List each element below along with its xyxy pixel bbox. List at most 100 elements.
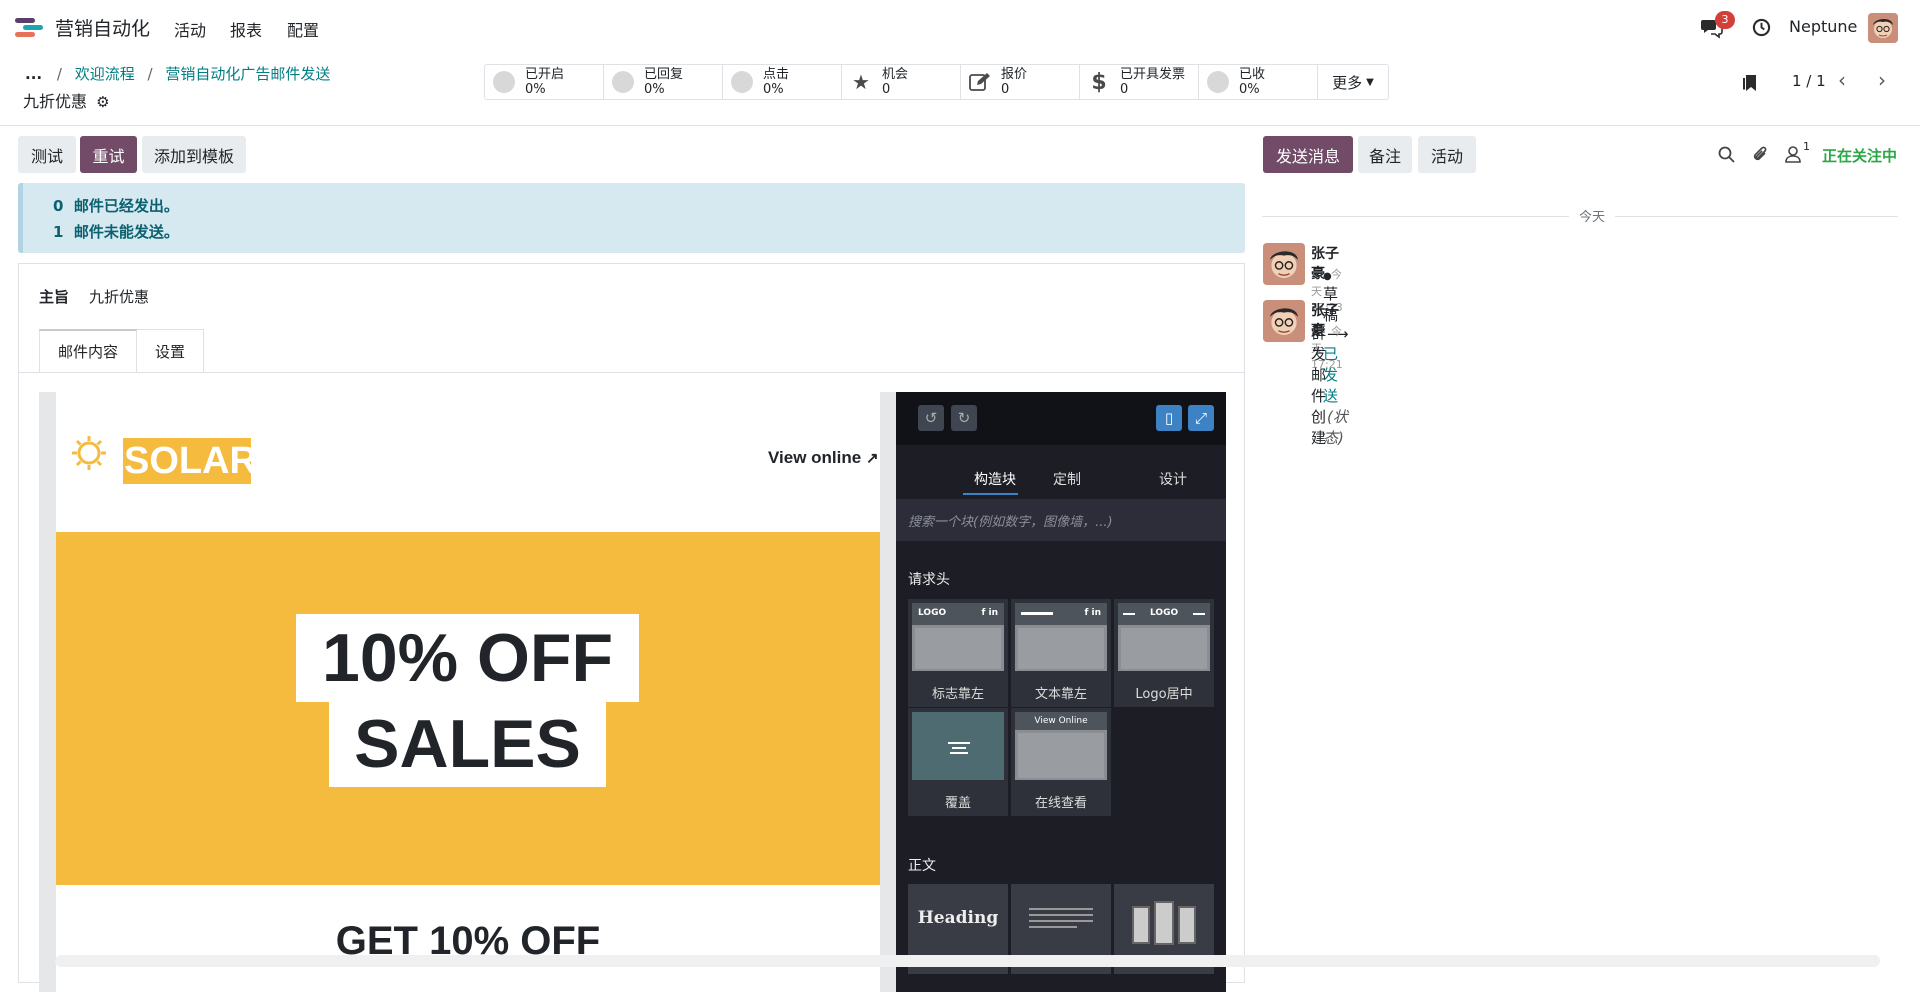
headline-discount[interactable]: 10% OFF bbox=[296, 614, 639, 702]
menu-reports[interactable]: 报表 bbox=[230, 17, 262, 41]
subject-field[interactable]: 九折优惠 bbox=[89, 286, 149, 307]
edit-icon bbox=[969, 71, 991, 93]
activities-button[interactable]: 活动 bbox=[1418, 136, 1476, 173]
stat-value: 0 bbox=[1120, 82, 1129, 97]
thumb-view-online-text: View Online bbox=[1015, 712, 1107, 730]
menu-activities[interactable]: 活动 bbox=[174, 17, 206, 41]
paperclip-icon[interactable] bbox=[1751, 144, 1769, 164]
gear-icon[interactable]: ⚙ bbox=[96, 93, 109, 111]
follower-icon[interactable] bbox=[1785, 145, 1801, 163]
thumb-social-text: f in bbox=[1084, 608, 1101, 618]
menu-configuration[interactable]: 配置 bbox=[287, 17, 319, 41]
stat-opened[interactable]: 已开启 0% bbox=[485, 65, 604, 99]
stat-quotations[interactable]: 报价 0 bbox=[961, 65, 1080, 99]
thumb-logo-text: LOGO bbox=[1150, 608, 1179, 618]
snippet-caption: 标志靠左 bbox=[931, 687, 984, 702]
following-status-button[interactable]: 正在关注中 bbox=[1822, 145, 1897, 166]
snippet-text-left[interactable]: f in 文本靠左 bbox=[1011, 599, 1111, 707]
stats-more-button[interactable]: 更多 ▼ bbox=[1318, 65, 1388, 99]
date-separator-label: 今天 bbox=[1569, 206, 1616, 225]
stat-clicked[interactable]: 点击 0% bbox=[723, 65, 842, 99]
stat-replied[interactable]: 已回复 0% bbox=[604, 65, 723, 99]
follower-count: 1 bbox=[1803, 140, 1810, 153]
breadcrumb-ellipsis[interactable]: ... bbox=[25, 65, 42, 83]
pager-next-icon[interactable]: › bbox=[1878, 68, 1886, 92]
stat-label: 已开启 bbox=[525, 67, 565, 82]
promo-banner[interactable]: 10% OFF SALES bbox=[56, 532, 880, 885]
email-preview[interactable]: SOLAR View online ↗ 10% OFF SALES GET 10… bbox=[56, 392, 880, 992]
stat-label: 报价 bbox=[1001, 67, 1028, 82]
tab-customize[interactable]: 定制 bbox=[1053, 469, 1081, 489]
form-tabs: 邮件内容 设置 bbox=[39, 329, 205, 372]
stat-label: 已开具发票 bbox=[1120, 67, 1186, 82]
snippet-thumbnail: LOGO f in bbox=[912, 603, 1004, 671]
snippet-thumbnail: LOGO bbox=[1118, 603, 1210, 671]
snippet-thumbnail: f in bbox=[1015, 603, 1107, 671]
user-avatar[interactable] bbox=[1868, 13, 1898, 43]
stat-label: 机会 bbox=[882, 67, 909, 82]
app-logo-icon[interactable] bbox=[13, 16, 45, 38]
thumb-social-text: f in bbox=[981, 608, 998, 618]
snippets-panel: ↺ ↻ ▯ ⤢ 构造块 定制 设计 搜索一个块(例如数字，图像墙，...) 请求… bbox=[896, 392, 1226, 992]
redo-icon[interactable]: ↻ bbox=[951, 405, 977, 431]
alert-line-failed: 1 邮件未能发送。 bbox=[53, 221, 179, 242]
retry-button[interactable]: 重试 bbox=[80, 136, 137, 173]
test-button[interactable]: 测试 bbox=[18, 136, 76, 173]
snippet-thumbnail bbox=[912, 712, 1004, 780]
failed-count: 1 bbox=[53, 223, 64, 241]
fullscreen-icon[interactable]: ⤢ bbox=[1188, 405, 1214, 431]
clock-icon[interactable] bbox=[1752, 18, 1771, 37]
pager-value[interactable]: 1 / 1 bbox=[1792, 72, 1826, 90]
dollar-icon: $ bbox=[1091, 69, 1107, 95]
mobile-preview-icon[interactable]: ▯ bbox=[1156, 405, 1182, 431]
active-tab-underline bbox=[963, 493, 1018, 495]
pie-icon bbox=[731, 71, 753, 93]
snippet-logo-left[interactable]: LOGO f in 标志靠左 bbox=[908, 599, 1008, 707]
stat-value: 0% bbox=[763, 82, 784, 97]
date-separator: 今天 bbox=[1262, 206, 1898, 226]
search-icon[interactable] bbox=[1718, 146, 1735, 163]
form-sheet: 主旨 九折优惠 邮件内容 设置 SOLAR View online ↗ 10% … bbox=[18, 263, 1245, 992]
bookmark-icon[interactable] bbox=[1742, 74, 1758, 92]
snippet-logo-center[interactable]: LOGO Logo居中 bbox=[1114, 599, 1214, 707]
app-name[interactable]: 营销自动化 bbox=[55, 14, 150, 41]
sent-text: 邮件已经发出。 bbox=[73, 197, 179, 215]
snippet-view-online[interactable]: View Online 在线查看 bbox=[1011, 708, 1111, 816]
message-body: 群发邮件 创建 bbox=[1311, 324, 1327, 447]
snippet-search-input[interactable]: 搜索一个块(例如数字，图像墙，...) bbox=[896, 499, 1226, 541]
stat-invoiced[interactable]: $ 已开具发票 0 bbox=[1080, 65, 1199, 99]
undo-icon[interactable]: ↺ bbox=[918, 405, 944, 431]
failed-text: 邮件未能发送。 bbox=[73, 223, 179, 241]
author-avatar[interactable] bbox=[1263, 243, 1305, 285]
pager-previous-icon[interactable]: ‹ bbox=[1838, 68, 1846, 92]
stat-opportunities[interactable]: ★ 机会 0 bbox=[842, 65, 961, 99]
brand-logo-text[interactable]: SOLAR bbox=[123, 438, 257, 484]
view-online-text: View online bbox=[768, 448, 862, 467]
add-to-template-button[interactable]: 添加到模板 bbox=[142, 136, 246, 173]
tab-design[interactable]: 设计 bbox=[1159, 469, 1187, 489]
snippet-heading-text: Heading bbox=[917, 908, 999, 928]
view-online-link[interactable]: View online ↗ bbox=[768, 448, 879, 468]
horizontal-scrollbar[interactable] bbox=[55, 955, 1880, 967]
mailing-status-alert: 0 邮件已经发出。 1 邮件未能发送。 bbox=[18, 183, 1245, 253]
tab-mail-body[interactable]: 邮件内容 bbox=[39, 329, 138, 372]
tab-blocks[interactable]: 构造块 bbox=[974, 469, 1016, 489]
stat-received[interactable]: 已收 0% bbox=[1199, 65, 1318, 99]
breadcrumb-item-mailing[interactable]: 营销自动化广告邮件发送 bbox=[165, 65, 330, 83]
tab-settings[interactable]: 设置 bbox=[137, 329, 205, 372]
headline-sales[interactable]: SALES bbox=[329, 702, 606, 787]
breadcrumb-separator: / bbox=[147, 65, 153, 83]
editor-toolbar: ↺ ↻ ▯ ⤢ bbox=[896, 392, 1226, 445]
company-name[interactable]: Neptune bbox=[1789, 17, 1857, 36]
send-message-button[interactable]: 发送消息 bbox=[1263, 136, 1353, 173]
snippet-cover[interactable]: 覆盖 bbox=[908, 708, 1008, 816]
pie-icon bbox=[612, 71, 634, 93]
chatter-panel bbox=[1262, 126, 1920, 967]
author-avatar[interactable] bbox=[1263, 300, 1305, 342]
stat-value: 0 bbox=[882, 82, 891, 97]
sent-count: 0 bbox=[53, 197, 64, 215]
log-note-button[interactable]: 备注 bbox=[1358, 136, 1412, 173]
breadcrumb-item-welcome-flow[interactable]: 欢迎流程 bbox=[75, 65, 135, 83]
tab-divider bbox=[19, 372, 1244, 373]
star-icon: ★ bbox=[852, 69, 870, 94]
